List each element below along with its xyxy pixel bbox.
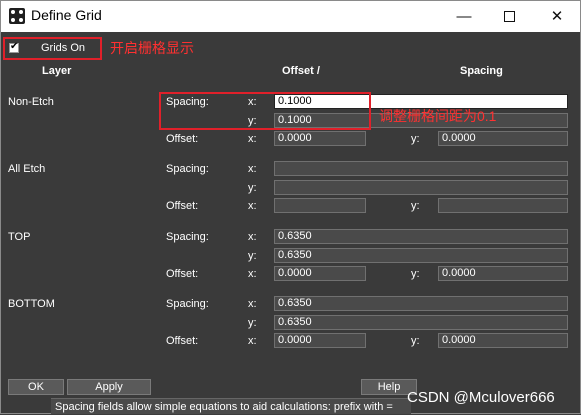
highlight-box-grids: [3, 37, 102, 60]
maximize-button[interactable]: [487, 1, 533, 32]
layer-name: TOP: [8, 231, 31, 243]
y-label: y:: [411, 133, 420, 145]
y-label: y:: [248, 250, 257, 262]
offset-label: Offset:: [166, 133, 199, 145]
offset-label: Offset:: [166, 335, 199, 347]
header-offset: Offset /: [282, 65, 320, 77]
app-logo-icon: [9, 8, 25, 24]
y-label: y:: [248, 317, 257, 329]
y-label: y:: [248, 182, 257, 194]
annotation-grids-on: 开启栅格显示: [110, 40, 194, 56]
offset-y-field[interactable]: 0.0000: [438, 131, 568, 146]
offset-x-field[interactable]: 0.0000: [274, 333, 366, 348]
x-label: x:: [248, 200, 257, 212]
x-label: x:: [248, 133, 257, 145]
x-label: x:: [248, 268, 257, 280]
ok-button[interactable]: OK: [8, 379, 64, 395]
spacing-label: Spacing:: [166, 163, 209, 175]
layer-name: BOTTOM: [8, 298, 55, 310]
y-label: y:: [411, 200, 420, 212]
offset-y-field[interactable]: [438, 198, 568, 213]
title-bar: Define Grid — ✕: [1, 1, 580, 32]
x-label: x:: [248, 335, 257, 347]
y-label: y:: [411, 335, 420, 347]
x-label: x:: [248, 231, 257, 243]
spacing-y-field[interactable]: 0.6350: [274, 315, 568, 330]
offset-y-field[interactable]: 0.0000: [438, 333, 568, 348]
apply-button[interactable]: Apply: [67, 379, 151, 395]
offset-x-field[interactable]: [274, 198, 366, 213]
spacing-label: Spacing:: [166, 231, 209, 243]
status-bar: Spacing fields allow simple equations to…: [51, 398, 411, 414]
layer-name: All Etch: [8, 163, 46, 175]
close-button[interactable]: ✕: [534, 1, 580, 32]
offset-label: Offset:: [166, 200, 199, 212]
offset-y-field[interactable]: 0.0000: [438, 266, 568, 281]
scrollbar[interactable]: [570, 87, 580, 372]
maximize-icon: [504, 11, 515, 22]
layer-name: Non-Etch: [8, 96, 54, 108]
header-spacing: Spacing: [460, 65, 503, 77]
spacing-x-field[interactable]: 0.6350: [274, 229, 568, 244]
offset-x-field[interactable]: 0.0000: [274, 131, 366, 146]
spacing-x-field[interactable]: [274, 161, 568, 176]
offset-label: Offset:: [166, 268, 199, 280]
x-label: x:: [248, 298, 257, 310]
window-title: Define Grid: [31, 7, 102, 23]
offset-x-field[interactable]: 0.0000: [274, 266, 366, 281]
header-layer: Layer: [42, 65, 72, 77]
spacing-y-field[interactable]: [274, 180, 568, 195]
define-grid-window: Define Grid — ✕ ✔ Grids On 开启栅格显示 Layer …: [0, 0, 581, 414]
spacing-label: Spacing:: [166, 298, 209, 310]
spacing-x-field[interactable]: 0.6350: [274, 296, 568, 311]
minimize-button[interactable]: —: [441, 1, 487, 32]
annotation-spacing: 调整栅格间距为0.1: [379, 108, 497, 124]
highlight-box-spacing: [159, 92, 371, 130]
spacing-y-field[interactable]: 0.6350: [274, 248, 568, 263]
watermark: CSDN @Mculover666: [407, 389, 555, 406]
x-label: x:: [248, 163, 257, 175]
y-label: y:: [411, 268, 420, 280]
